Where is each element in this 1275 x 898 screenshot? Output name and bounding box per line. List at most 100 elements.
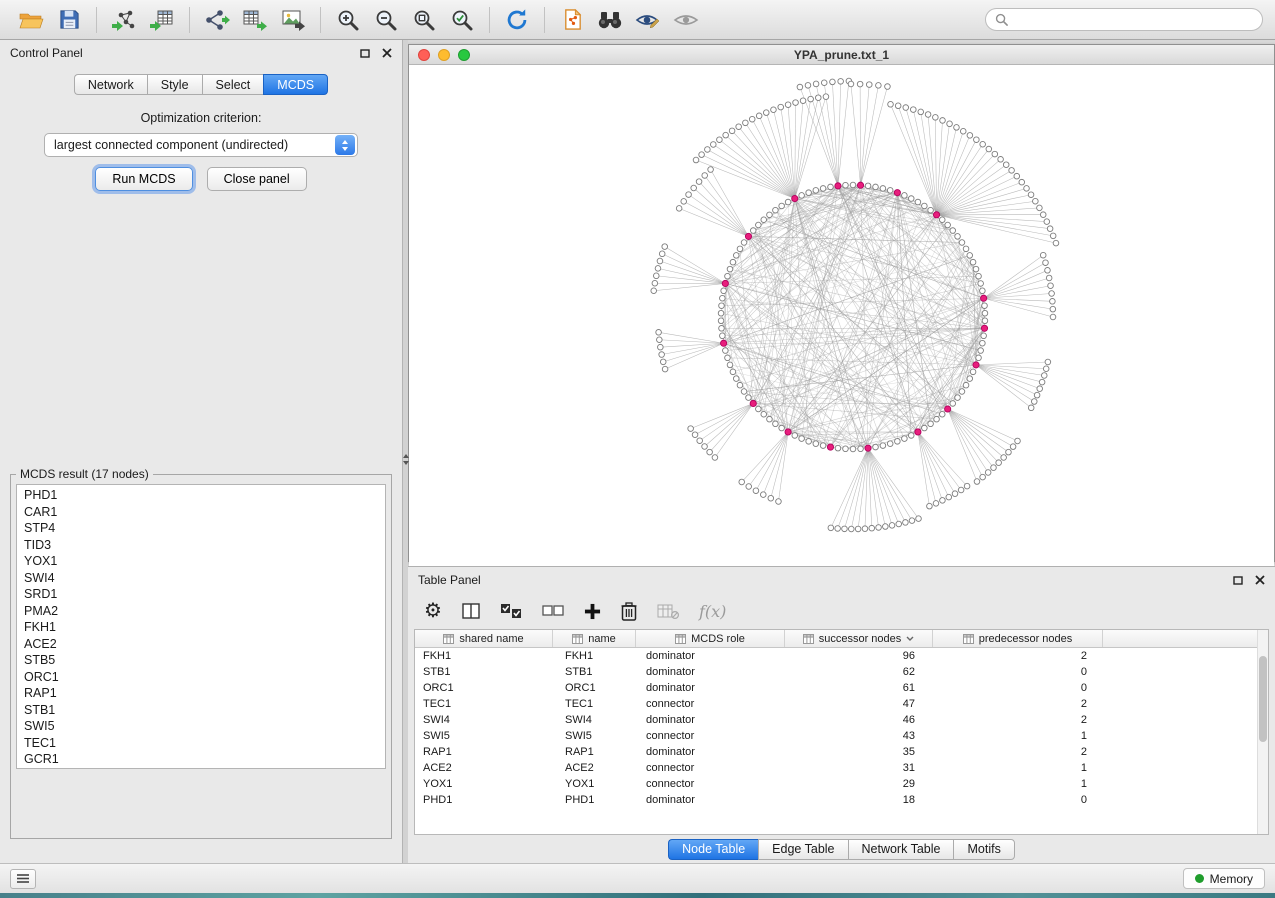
mcds-result-item[interactable]: SWI5 xyxy=(17,718,385,735)
select-all-icon[interactable] xyxy=(500,603,522,619)
table-row[interactable]: PHD1PHD1dominator180 xyxy=(415,792,1268,808)
mcds-result-item[interactable]: CAR1 xyxy=(17,504,385,521)
copy-network-button[interactable] xyxy=(553,4,591,36)
float-panel-icon[interactable] xyxy=(360,49,370,58)
table-cell: dominator xyxy=(636,648,785,664)
table-row[interactable]: FKH1FKH1dominator962 xyxy=(415,648,1268,664)
close-panel-icon[interactable] xyxy=(1255,575,1265,585)
tab-network[interactable]: Network xyxy=(74,74,147,95)
table-cell: PHD1 xyxy=(415,792,553,808)
tab-node-table[interactable]: Node Table xyxy=(668,839,758,860)
tab-motifs[interactable]: Motifs xyxy=(953,839,1014,860)
table-row[interactable]: STB1STB1dominator620 xyxy=(415,664,1268,680)
optimization-criterion-select[interactable]: largest connected component (undirected) xyxy=(44,133,358,157)
tab-mcds[interactable]: MCDS xyxy=(263,74,328,95)
tab-select[interactable]: Select xyxy=(202,74,264,95)
panel-splitter-vertical[interactable] xyxy=(403,40,408,863)
show-columns-icon[interactable] xyxy=(462,603,480,619)
table-row[interactable]: YOX1YOX1connector291 xyxy=(415,776,1268,792)
mcds-result-item[interactable]: FKH1 xyxy=(17,619,385,636)
memory-button[interactable]: Memory xyxy=(1183,868,1265,889)
zoom-out-button[interactable] xyxy=(367,4,405,36)
search-input[interactable] xyxy=(1014,12,1253,28)
mcds-result-item[interactable]: SRD1 xyxy=(17,586,385,603)
table-row[interactable]: ACE2ACE2connector311 xyxy=(415,760,1268,776)
column-header-name[interactable]: name xyxy=(553,630,636,647)
table-cell: ACE2 xyxy=(553,760,636,776)
table-row[interactable]: ORC1ORC1dominator610 xyxy=(415,680,1268,696)
zoom-in-button[interactable] xyxy=(329,4,367,36)
export-network-button[interactable] xyxy=(198,4,236,36)
hide-graphics-details-button[interactable] xyxy=(667,4,705,36)
column-header-shared-name[interactable]: shared name xyxy=(415,630,553,647)
network-window-titlebar[interactable]: YPA_prune.txt_1 xyxy=(409,45,1274,65)
column-header-predecessor-nodes[interactable]: predecessor nodes xyxy=(933,630,1103,647)
open-session-button[interactable] xyxy=(12,4,50,36)
find-button[interactable] xyxy=(591,4,629,36)
tab-edge-table[interactable]: Edge Table xyxy=(758,839,847,860)
export-table-button[interactable] xyxy=(236,4,274,36)
import-network-button[interactable] xyxy=(105,4,143,36)
column-label: shared name xyxy=(459,633,523,645)
mcds-result-item[interactable]: ACE2 xyxy=(17,636,385,653)
zoom-selected-button[interactable] xyxy=(443,4,481,36)
scrollbar-thumb[interactable] xyxy=(1259,656,1267,742)
float-panel-icon[interactable] xyxy=(1233,576,1243,585)
mcds-result-item[interactable]: STP4 xyxy=(17,520,385,537)
mcds-result-item[interactable]: STB5 xyxy=(17,652,385,669)
table-settings-gear-icon[interactable]: ⚙ xyxy=(424,601,442,621)
table-cell: 2 xyxy=(933,744,1103,760)
tab-network-table[interactable]: Network Table xyxy=(848,839,954,860)
table-row[interactable]: RAP1RAP1dominator352 xyxy=(415,744,1268,760)
mcds-result-item[interactable]: PHD1 xyxy=(17,487,385,504)
table-cell: SWI5 xyxy=(553,728,636,744)
run-mcds-button[interactable]: Run MCDS xyxy=(95,167,192,191)
table-scrollbar[interactable] xyxy=(1257,630,1268,834)
export-image-button[interactable] xyxy=(274,4,312,36)
close-panel-icon[interactable] xyxy=(382,48,392,58)
zoom-fit-button[interactable] xyxy=(405,4,443,36)
network-canvas[interactable] xyxy=(409,65,1274,561)
column-header-successor-nodes[interactable]: successor nodes xyxy=(785,630,933,647)
mcds-result-item[interactable]: SWI4 xyxy=(17,570,385,587)
save-session-button[interactable] xyxy=(50,4,88,36)
table-cell: 43 xyxy=(785,728,933,744)
minimize-window-icon[interactable] xyxy=(438,49,450,61)
control-panel: Control Panel Network Style Select MCDS … xyxy=(0,40,403,863)
import-table-button[interactable] xyxy=(143,4,181,36)
close-panel-button[interactable]: Close panel xyxy=(207,167,307,191)
close-window-icon[interactable] xyxy=(418,49,430,61)
mcds-result-list[interactable]: PHD1CAR1STP4TID3YOX1SWI4SRD1PMA2FKH1ACE2… xyxy=(16,484,386,769)
table-row[interactable]: SWI4SWI4dominator462 xyxy=(415,712,1268,728)
maximize-window-icon[interactable] xyxy=(458,49,470,61)
mcds-result-item[interactable]: PMA2 xyxy=(17,603,385,620)
table-cell: connector xyxy=(636,760,785,776)
status-bar: Memory xyxy=(0,863,1275,893)
show-graphics-details-button[interactable] xyxy=(629,4,667,36)
mcds-result-item[interactable]: ORC1 xyxy=(17,669,385,686)
mcds-result-item[interactable]: RAP1 xyxy=(17,685,385,702)
table-panel: Table Panel ⚙ xyxy=(408,566,1275,863)
deselect-all-icon[interactable] xyxy=(542,604,564,618)
mcds-result-item[interactable]: YOX1 xyxy=(17,553,385,570)
function-builder-fx-icon: f(x) xyxy=(699,602,726,621)
table-row[interactable]: SWI5SWI5connector431 xyxy=(415,728,1268,744)
column-header-MCDS-role[interactable]: MCDS role xyxy=(636,630,785,647)
zoom-fit-icon xyxy=(412,8,436,32)
table-cell: dominator xyxy=(636,712,785,728)
mcds-result-item[interactable]: TID3 xyxy=(17,537,385,554)
tab-style[interactable]: Style xyxy=(147,74,202,95)
toolbar-search[interactable] xyxy=(985,8,1263,31)
refresh-button[interactable] xyxy=(498,4,536,36)
splitter-collapse-icon[interactable] xyxy=(403,448,408,470)
task-history-button[interactable] xyxy=(10,869,36,889)
table-cell: STB1 xyxy=(415,664,553,680)
table-row[interactable]: TEC1TEC1connector472 xyxy=(415,696,1268,712)
column-type-icon xyxy=(572,634,583,644)
mcds-result-item[interactable]: TEC1 xyxy=(17,735,385,752)
add-column-icon[interactable] xyxy=(584,603,601,620)
delete-column-trash-icon[interactable] xyxy=(621,602,637,621)
table-cell: 1 xyxy=(933,776,1103,792)
mcds-result-item[interactable]: STB1 xyxy=(17,702,385,719)
mcds-result-item[interactable]: GCR1 xyxy=(17,751,385,768)
